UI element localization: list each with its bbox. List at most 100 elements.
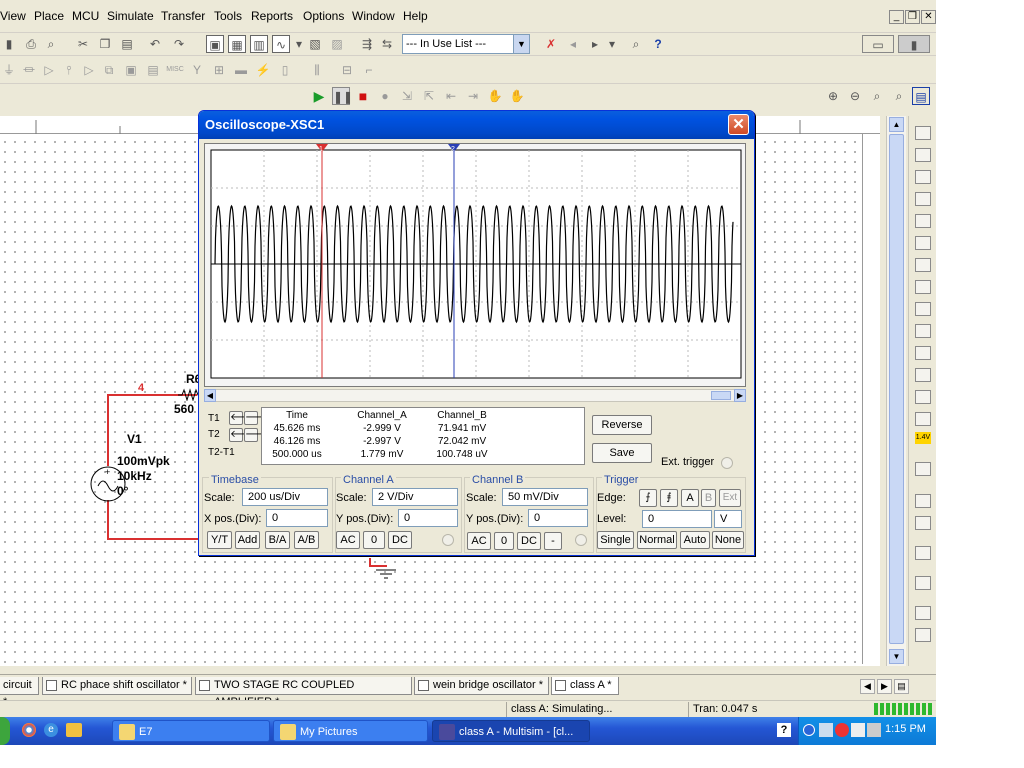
- zoom-fit-icon[interactable]: ⌕: [890, 87, 908, 105]
- trigger-level-field[interactable]: 0: [642, 510, 712, 528]
- a-over-b-button[interactable]: A/B: [294, 531, 319, 549]
- electromech-icon[interactable]: ⊞: [210, 61, 228, 79]
- yt-button[interactable]: Y/T: [207, 531, 232, 549]
- help-icon[interactable]: ?: [649, 35, 667, 53]
- menu-view[interactable]: View: [0, 9, 26, 23]
- in-use-list-select[interactable]: --- In Use List --- ▼: [402, 34, 530, 54]
- undo-icon[interactable]: ↶: [146, 35, 164, 53]
- diode-icon[interactable]: ▷: [40, 61, 58, 79]
- forward-annotate-icon[interactable]: ▸: [586, 35, 604, 53]
- logic-converter-icon[interactable]: [915, 324, 931, 338]
- zoom-in-icon[interactable]: ⊕: [824, 87, 842, 105]
- breakpoint-icon[interactable]: ✋: [486, 87, 504, 105]
- labview-icon[interactable]: [915, 606, 931, 620]
- layout-view-icon[interactable]: ▮: [898, 35, 930, 53]
- component-wizard-icon[interactable]: ▨: [328, 35, 346, 53]
- channel-b-scale-field[interactable]: 50 mV/Div: [502, 488, 588, 506]
- four-channel-scope-icon[interactable]: [915, 214, 931, 228]
- channel-a-ac-button[interactable]: AC: [336, 531, 360, 549]
- falling-edge-icon[interactable]: ⨎: [660, 489, 678, 507]
- annotate-dropdown-icon[interactable]: ▾: [603, 35, 621, 53]
- save-button[interactable]: Save: [592, 443, 652, 463]
- chevron-down-icon[interactable]: ▼: [513, 35, 529, 53]
- back-annotate-icon[interactable]: ◂: [564, 35, 582, 53]
- trigger-source-a-button[interactable]: A: [681, 489, 699, 507]
- spreadsheet-view-icon[interactable]: ▦: [228, 35, 246, 53]
- wire[interactable]: [107, 538, 199, 540]
- menu-options[interactable]: Options: [303, 9, 344, 23]
- menu-mcu[interactable]: MCU: [72, 9, 99, 23]
- grapher-icon[interactable]: ∿: [272, 35, 290, 53]
- step-into-icon[interactable]: ⇲: [398, 87, 416, 105]
- distortion-analyzer-icon[interactable]: [915, 368, 931, 382]
- redo-icon[interactable]: ↷: [170, 35, 188, 53]
- security-icon[interactable]: [851, 723, 865, 737]
- full-screen-icon[interactable]: ▤: [912, 87, 930, 105]
- trigger-source-ext-button[interactable]: Ext: [719, 489, 741, 507]
- tab-class-a[interactable]: class A *: [551, 677, 619, 695]
- trigger-level-unit[interactable]: V: [714, 510, 742, 528]
- ac-source-icon[interactable]: +: [88, 464, 128, 504]
- spectrum-analyzer-icon[interactable]: [915, 390, 931, 404]
- transfer-icon[interactable]: ⇆: [378, 35, 396, 53]
- scroll-thumb[interactable]: [711, 391, 731, 400]
- task-multisim[interactable]: class A - Multisim - [cl...: [432, 720, 590, 742]
- source-icon[interactable]: ⏚: [0, 61, 18, 79]
- database-manager-icon[interactable]: ▥: [250, 35, 268, 53]
- logic-analyzer-icon[interactable]: [915, 302, 931, 316]
- current-probe-icon[interactable]: [915, 628, 931, 642]
- measurement-probe-icon[interactable]: [915, 576, 931, 590]
- run-icon[interactable]: ▶: [310, 87, 328, 105]
- rising-edge-icon[interactable]: ⨍: [639, 489, 657, 507]
- mixed-icon[interactable]: ▤: [144, 61, 162, 79]
- remove-breakpoints-icon[interactable]: ✋: [508, 87, 526, 105]
- analog-icon[interactable]: ▷: [80, 61, 98, 79]
- zoom-area-icon[interactable]: ⌕: [868, 87, 886, 105]
- ttl-icon[interactable]: ⧉: [100, 61, 118, 79]
- channel-b-invert-button[interactable]: -: [544, 532, 562, 550]
- menu-help[interactable]: Help: [403, 9, 428, 23]
- hierarchical-icon[interactable]: ⊟: [338, 61, 356, 79]
- frequency-counter-icon[interactable]: [915, 258, 931, 272]
- scope-screen[interactable]: 1 2: [204, 143, 746, 387]
- clock[interactable]: 1:15 PM: [885, 723, 926, 735]
- menu-window[interactable]: Window: [352, 9, 395, 23]
- toggle-design-toolbox-icon[interactable]: ▣: [206, 35, 224, 53]
- stop-icon[interactable]: ■: [354, 87, 372, 105]
- paste-icon[interactable]: ▤: [118, 35, 136, 53]
- scroll-thumb[interactable]: [889, 134, 904, 644]
- volume-icon[interactable]: [867, 723, 881, 737]
- trigger-source-b-button[interactable]: B: [701, 489, 716, 507]
- channel-b-terminal[interactable]: [575, 534, 587, 546]
- menu-tools[interactable]: Tools: [214, 9, 242, 23]
- single-button[interactable]: Single: [597, 531, 634, 549]
- tab-wein-bridge[interactable]: wein bridge oscillator *: [414, 677, 549, 695]
- print-icon[interactable]: ⎙: [22, 35, 40, 53]
- bode-plotter-icon[interactable]: [915, 236, 931, 250]
- oscilloscope-icon[interactable]: [915, 192, 931, 206]
- wire[interactable]: [107, 500, 109, 539]
- task-my-pictures[interactable]: My Pictures: [273, 720, 428, 742]
- channel-a-scale-field[interactable]: 2 V/Div: [372, 488, 458, 506]
- minimize-icon[interactable]: _: [889, 10, 904, 24]
- iv-analyzer-icon[interactable]: [915, 346, 931, 360]
- channel-b-zero-button[interactable]: 0: [494, 532, 514, 550]
- restore-icon[interactable]: ❐: [905, 10, 920, 24]
- cut-icon[interactable]: ✂: [74, 35, 92, 53]
- channel-a-dc-button[interactable]: DC: [388, 531, 412, 549]
- open-icon[interactable]: ▮: [0, 35, 18, 53]
- step-icon[interactable]: ●: [376, 87, 394, 105]
- function-generator-icon[interactable]: [915, 148, 931, 162]
- normal-button[interactable]: Normal: [637, 531, 677, 549]
- breadboard-view-icon[interactable]: ▭: [862, 35, 894, 53]
- t2-right-arrow-icon[interactable]: 🡒: [244, 428, 272, 442]
- task-e7[interactable]: E7: [112, 720, 270, 742]
- transistor-icon[interactable]: ⫯: [60, 61, 78, 79]
- chrome-icon[interactable]: [22, 723, 36, 737]
- vertical-scrollbar[interactable]: ▲ ▼: [886, 116, 906, 666]
- multimeter-icon[interactable]: [915, 126, 931, 140]
- basic-icon[interactable]: ⏛: [20, 61, 38, 79]
- ext-trigger-terminal[interactable]: [721, 457, 733, 469]
- channel-b-dc-button[interactable]: DC: [517, 532, 541, 550]
- scroll-down-icon[interactable]: ▼: [889, 649, 904, 664]
